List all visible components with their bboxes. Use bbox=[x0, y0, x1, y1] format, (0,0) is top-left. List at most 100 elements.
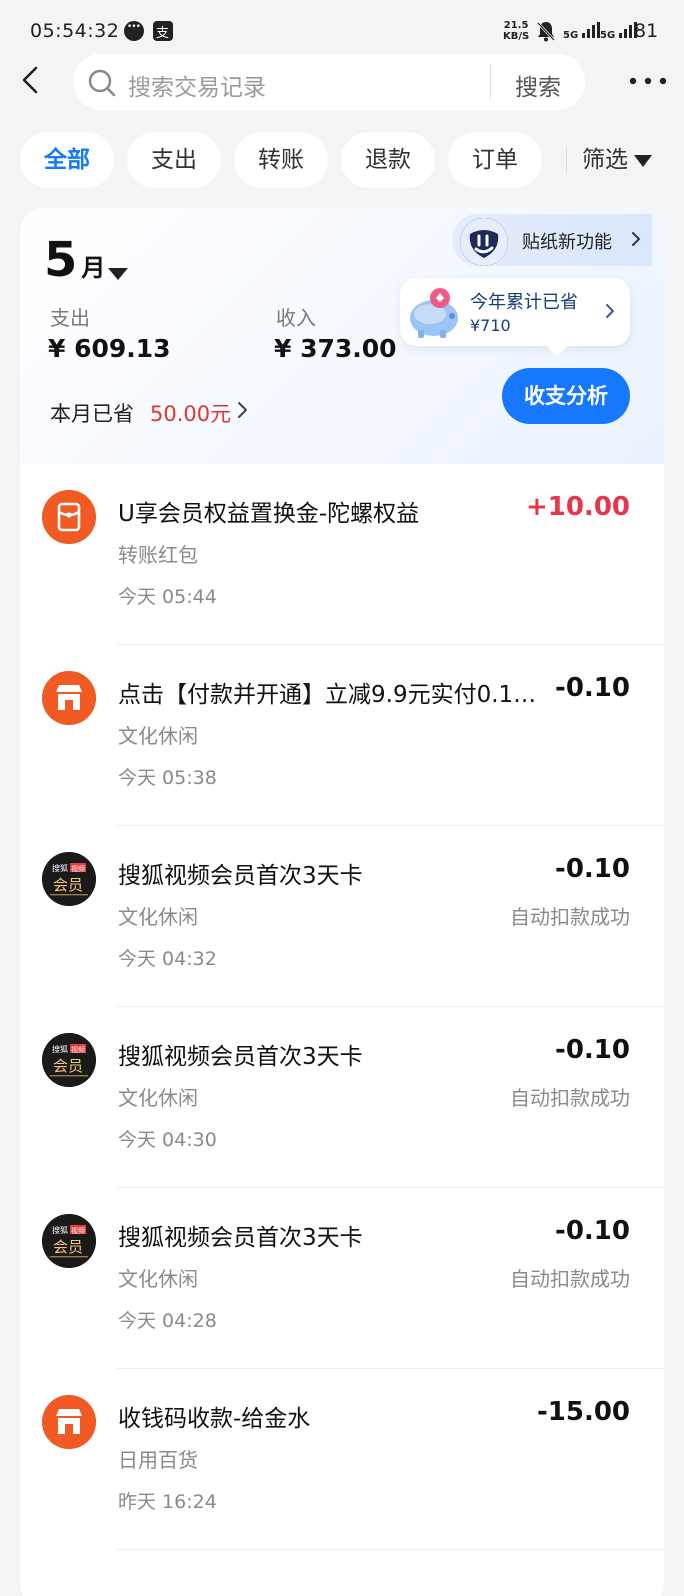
silent-bell-icon bbox=[537, 22, 555, 42]
yearly-savings-value: ¥710 bbox=[470, 316, 511, 335]
transaction-status: 自动扣款成功 bbox=[510, 1086, 630, 1110]
transaction-category: 文化休闲 bbox=[118, 1086, 198, 1110]
filter-caret-icon bbox=[634, 154, 652, 167]
transaction-category: 文化休闲 bbox=[118, 905, 198, 929]
sticker-feature-tag[interactable]: 贴纸新功能 bbox=[452, 214, 652, 266]
month-number: 5 bbox=[44, 232, 78, 288]
svg-text:视频: 视频 bbox=[71, 1226, 85, 1235]
tab-all[interactable]: 全部 bbox=[20, 132, 114, 188]
svg-text:会员: 会员 bbox=[53, 1238, 83, 1256]
search-header: 搜索交易记录 搜索 bbox=[0, 52, 684, 112]
more-dots-icon[interactable] bbox=[628, 76, 668, 86]
net-speed-unit: KB/S bbox=[503, 31, 530, 42]
yearly-savings-bubble[interactable]: 今年累计已省 ¥710 bbox=[400, 278, 630, 346]
expense-value: ¥ 609.13 bbox=[48, 334, 171, 363]
transaction-amount: -15.00 bbox=[536, 1397, 630, 1427]
svg-text:搜狐: 搜狐 bbox=[52, 1044, 68, 1054]
saved-label[interactable]: 本月已省 bbox=[50, 398, 134, 428]
tab-transfer[interactable]: 转账 bbox=[234, 132, 328, 188]
chevron-right-icon bbox=[606, 304, 614, 318]
transaction-time: 今天 05:38 bbox=[118, 767, 217, 789]
bill-card: 5月 支出 ¥ 609.13 收入 ¥ 373.00 本月已省 50.00元 收… bbox=[20, 208, 664, 1596]
month-summary: 5月 支出 ¥ 609.13 收入 ¥ 373.00 本月已省 50.00元 收… bbox=[20, 208, 664, 464]
transaction-amount: -0.10 bbox=[555, 673, 630, 703]
battery-level: 81 bbox=[634, 20, 659, 42]
shop-icon bbox=[42, 1395, 96, 1449]
shop-icon bbox=[42, 671, 96, 725]
saved-amount[interactable]: 50.00元 bbox=[150, 398, 231, 428]
search-icon bbox=[88, 69, 116, 97]
svg-text:搜狐: 搜狐 bbox=[52, 1225, 68, 1235]
search-button[interactable]: 搜索 bbox=[503, 68, 573, 102]
transaction-status: 自动扣款成功 bbox=[510, 905, 630, 929]
tab-expense[interactable]: 支出 bbox=[127, 132, 221, 188]
red-packet-icon bbox=[42, 490, 96, 544]
search-bar[interactable]: 搜索交易记录 搜索 bbox=[73, 54, 585, 110]
transaction-title: 搜狐视频会员首次3天卡 bbox=[118, 863, 363, 889]
transaction-amount: -0.10 bbox=[555, 854, 630, 884]
signal-1-icon: 5G bbox=[563, 22, 600, 41]
transaction-row[interactable]: 搜狐 视频 会员 搜狐视频会员首次3天卡 文化休闲 今天 04:32 -0.10… bbox=[20, 826, 664, 1007]
transaction-category: 文化休闲 bbox=[118, 1267, 198, 1291]
net-speed-value: 21.5 bbox=[503, 20, 529, 31]
sohu-member-icon: 搜狐 视频 会员 bbox=[42, 852, 96, 906]
chevron-right-icon[interactable] bbox=[236, 400, 250, 420]
transaction-amount: -0.10 bbox=[555, 1216, 630, 1246]
transaction-title: U享会员权益置换金-陀螺权益 bbox=[118, 501, 420, 527]
chevron-right-icon bbox=[632, 232, 640, 246]
transaction-row[interactable]: 收钱码收款-给金水 日用百货 昨天 16:24 -15.00 bbox=[20, 1369, 664, 1550]
svg-text:会员: 会员 bbox=[53, 876, 83, 894]
transaction-amount: +10.00 bbox=[525, 492, 630, 522]
search-divider bbox=[490, 64, 491, 100]
transaction-category: 日用百货 bbox=[118, 1448, 198, 1472]
transaction-title: 收钱码收款-给金水 bbox=[118, 1406, 311, 1432]
income-value: ¥ 373.00 bbox=[274, 334, 397, 363]
transaction-row[interactable]: 搜狐 视频 会员 搜狐视频会员首次3天卡 文化休闲 今天 04:28 -0.10… bbox=[20, 1188, 664, 1369]
tab-orders[interactable]: 订单 bbox=[448, 132, 542, 188]
sohu-member-icon: 搜狐 视频 会员 bbox=[42, 1033, 96, 1087]
svg-text:视频: 视频 bbox=[71, 864, 85, 873]
transaction-row[interactable]: 搜狐 视频 会员 搜狐视频会员首次3天卡 文化休闲 今天 04:30 -0.10… bbox=[20, 1007, 664, 1188]
expense-label: 支出 bbox=[50, 306, 90, 330]
net-speed: 21.5 KB/S bbox=[503, 20, 529, 42]
income-expense-analysis-button[interactable]: 收支分析 bbox=[502, 368, 630, 424]
chat-notification-icon bbox=[124, 21, 144, 41]
row-divider bbox=[116, 1549, 664, 1550]
transaction-title: 搜狐视频会员首次3天卡 bbox=[118, 1044, 363, 1070]
filter-tabs: 全部 支出 转账 退款 订单 筛选 bbox=[0, 132, 684, 188]
transaction-title: 点击【付款并开通】立减9.9元实付0.1元... bbox=[118, 682, 548, 708]
transaction-time: 今天 04:28 bbox=[118, 1310, 217, 1332]
signal-2-icon: 5G bbox=[600, 22, 637, 41]
transaction-category: 文化休闲 bbox=[118, 724, 198, 748]
transaction-title: 搜狐视频会员首次3天卡 bbox=[118, 1225, 363, 1251]
alipay-notification-icon bbox=[153, 21, 173, 41]
filter-label: 筛选 bbox=[582, 147, 628, 173]
transaction-row[interactable]: U享会员权益置换金-陀螺权益 转账红包 今天 05:44 +10.00 bbox=[20, 464, 664, 645]
sticker-feature-label: 贴纸新功能 bbox=[522, 232, 612, 253]
yearly-savings-title: 今年累计已省 bbox=[470, 292, 578, 313]
back-arrow-icon[interactable] bbox=[16, 64, 46, 96]
status-time: 05:54:32 bbox=[30, 20, 120, 42]
tab-refund[interactable]: 退款 bbox=[341, 132, 435, 188]
transaction-amount: -0.10 bbox=[555, 1035, 630, 1065]
transaction-time: 今天 05:44 bbox=[118, 586, 217, 608]
transaction-time: 今天 04:32 bbox=[118, 948, 217, 970]
filter-button[interactable]: 筛选 bbox=[566, 132, 684, 188]
month-selector[interactable]: 5月 bbox=[44, 232, 105, 288]
transaction-status: 自动扣款成功 bbox=[510, 1267, 630, 1291]
svg-text:会员: 会员 bbox=[53, 1057, 83, 1075]
transaction-category: 转账红包 bbox=[118, 543, 198, 567]
income-label: 收入 bbox=[276, 306, 316, 330]
piggy-bank-icon bbox=[410, 288, 458, 338]
transaction-time: 昨天 16:24 bbox=[118, 1491, 217, 1513]
month-unit: 月 bbox=[81, 254, 106, 282]
transaction-time: 今天 04:30 bbox=[118, 1129, 217, 1151]
transaction-row[interactable]: 点击【付款并开通】立减9.9元实付0.1元... 文化休闲 今天 05:38 -… bbox=[20, 645, 664, 826]
sticker-face-icon bbox=[460, 218, 508, 266]
svg-text:搜狐: 搜狐 bbox=[52, 863, 68, 873]
search-input[interactable]: 搜索交易记录 bbox=[128, 68, 266, 102]
month-caret-icon[interactable] bbox=[108, 268, 128, 280]
bill-screen: 05:54:32 21.5 KB/S 5G 5G 81 bbox=[0, 0, 684, 1596]
svg-text:视频: 视频 bbox=[71, 1045, 85, 1054]
sohu-member-icon: 搜狐 视频 会员 bbox=[42, 1214, 96, 1268]
